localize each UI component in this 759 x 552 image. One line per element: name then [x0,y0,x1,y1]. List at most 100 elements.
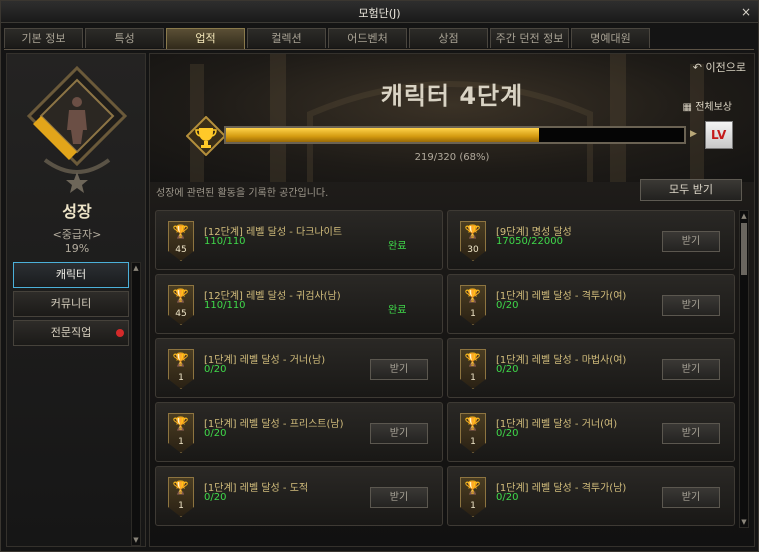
tab-4[interactable]: 어드벤처 [328,28,407,48]
tab-3[interactable]: 컬렉션 [247,28,326,48]
scroll-thumb[interactable] [741,223,747,275]
claim-button[interactable]: 받기 [370,423,428,444]
trophy-count: 1 [470,437,476,447]
trophy-icon [186,116,226,156]
achievement-card: 🏆 1 [1단계] 레벨 달성 - 거너(남) 0/20 받기 [155,338,443,398]
achievement-card: 🏆 30 [9단계] 명성 달성 17050/22000 받기 [447,210,735,270]
achievement-progress: 0/20 [204,492,227,503]
completed-status: 완료 [388,305,407,316]
scroll-down-icon[interactable]: ▼ [740,517,748,527]
category-panel: 성장 <중급자> 19% 캐릭터커뮤니티전문직업 ▲ ▼ [6,53,146,547]
trophy-count: 30 [467,245,479,255]
arrow-right-icon: ▶ [690,129,697,139]
trophy-badge-icon: 🏆 45 [168,221,194,261]
subcategory-item-1[interactable]: 커뮤니티 [13,291,129,317]
scroll-up-icon[interactable]: ▲ [132,263,140,273]
achievement-progress: 0/20 [496,364,519,375]
category-rank: <중급자> [52,228,102,241]
trophy-count: 45 [175,309,187,319]
tab-1[interactable]: 특성 [85,28,164,48]
claim-button[interactable]: 받기 [370,359,428,380]
tab-divider [4,49,754,50]
category-scrollbar[interactable]: ▲ ▼ [131,262,141,546]
trophy-icon: 🏆 [464,353,482,368]
trophy-icon: 🏆 [172,353,190,368]
subcategory-label: 캐릭터 [55,268,87,281]
adventure-window: 모험단(J) × 기본 정보 특성 업적 컬렉션 어드벤처 상점 주간 던전 정보 명예대원 … [0,0,759,552]
scroll-down-icon[interactable]: ▼ [132,535,140,545]
trophy-icon: 🏆 [172,481,190,496]
trophy-icon: 🏆 [464,417,482,432]
trophy-icon: 🏆 [464,481,482,496]
scroll-up-icon[interactable]: ▲ [740,211,748,221]
claim-all-button[interactable]: 모두 받기 [640,179,742,201]
stage-reward-icon[interactable]: LV [705,121,733,149]
category-percent: 19% [64,242,90,255]
category-title: 성장 [62,202,92,221]
tab-bar: 기본 정보 특성 업적 컬렉션 어드벤처 상점 주간 던전 정보 명예대원 [4,28,754,50]
achievement-card: 🏆 1 [1단계] 레벨 달성 - 격투가(여) 0/20 받기 [447,274,735,334]
subcategory-list: 캐릭터커뮤니티전문직업 [13,262,129,349]
all-reward-button[interactable]: ▦ 전체보상 [683,98,732,113]
stage-title: 캐릭터 4단계 [380,82,524,110]
trophy-badge-icon: 🏆 30 [460,221,486,261]
back-label: 이전으로 [705,61,746,74]
achievement-progress: 0/20 [496,492,519,503]
tab-7[interactable]: 명예대원 [571,28,650,48]
claim-button[interactable]: 받기 [662,487,720,508]
claim-button[interactable]: 받기 [662,359,720,380]
trophy-badge-icon: 🏆 1 [460,477,486,517]
achievement-card: 🏆 1 [1단계] 레벨 달성 - 거너(여) 0/20 받기 [447,402,735,462]
back-button[interactable]: ↶ 이전으로 [693,59,746,75]
trophy-badge-icon: 🏆 1 [168,349,194,389]
achievement-progress: 17050/22000 [496,236,563,247]
trophy-count: 1 [470,501,476,511]
subcategory-item-0[interactable]: 캐릭터 [13,262,129,288]
achievement-card: 🏆 45 [12단계] 레벨 달성 - 다크나이트 110/110 완료 [155,210,443,270]
achievement-card: 🏆 1 [1단계] 레벨 달성 - 프리스트(남) 0/20 받기 [155,402,443,462]
trophy-badge-icon: 🏆 1 [168,477,194,517]
alert-badge-icon [116,329,124,337]
trophy-count: 1 [178,501,184,511]
close-icon[interactable]: × [738,4,754,20]
trophy-count: 1 [178,437,184,447]
claim-button[interactable]: 받기 [662,295,720,316]
trophy-count: 1 [470,309,476,319]
subcategory-label: 커뮤니티 [50,297,92,310]
trophy-badge-icon: 🏆 1 [460,349,486,389]
trophy-icon: 🏆 [172,417,190,432]
achievement-grid: 🏆 45 [12단계] 레벨 달성 - 다크나이트 110/110 완료 🏆 30 [9단계]… [155,210,737,528]
achievement-progress: 0/20 [496,428,519,439]
claim-button[interactable]: 받기 [370,487,428,508]
achievement-card: 🏆 45 [12단계] 레벨 달성 - 귀검사(남) 110/110 완료 [155,274,443,334]
tab-6[interactable]: 주간 던전 정보 [490,28,569,48]
stage-progress-bar [224,126,686,144]
subcategory-label: 전문직업 [50,326,92,339]
stage-progress-fill [226,128,540,142]
claim-button[interactable]: 받기 [662,231,720,252]
tab-2[interactable]: 업적 [166,28,245,50]
achievement-progress: 0/20 [204,364,227,375]
completed-status: 완료 [388,241,407,252]
trophy-icon: 🏆 [464,225,482,240]
stage-header: ↶ 이전으로 캐릭터 4단계 ▦ 전체보상 ▶ LV 219/320 (68%) [150,54,754,182]
trophy-badge-icon: 🏆 1 [460,413,486,453]
tab-0[interactable]: 기본 정보 [4,28,83,48]
achievement-card: 🏆 1 [1단계] 레벨 달성 - 도적 0/20 받기 [155,466,443,526]
achievement-progress: 110/110 [204,236,246,247]
growth-emblem-icon [26,65,128,193]
trophy-badge-icon: 🏆 45 [168,285,194,325]
reward-icon-label: LV [711,128,727,142]
title-bar[interactable]: 모험단(J) × [1,1,758,23]
achievement-card: 🏆 1 [1단계] 레벨 달성 - 격투가(남) 0/20 받기 [447,466,735,526]
subcategory-item-2[interactable]: 전문직업 [13,320,129,346]
achievement-progress: 0/20 [204,428,227,439]
trophy-icon: 🏆 [464,289,482,304]
claim-button[interactable]: 받기 [662,423,720,444]
tab-5[interactable]: 상점 [409,28,488,48]
achievement-scrollbar[interactable]: ▲ ▼ [739,210,749,528]
stage-progress-text: 219/320 (68%) [414,152,490,163]
trophy-badge-icon: 🏆 1 [168,413,194,453]
category-description: 성장에 관련된 활동을 기록한 공간입니다. [156,188,329,199]
trophy-count: 1 [470,373,476,383]
